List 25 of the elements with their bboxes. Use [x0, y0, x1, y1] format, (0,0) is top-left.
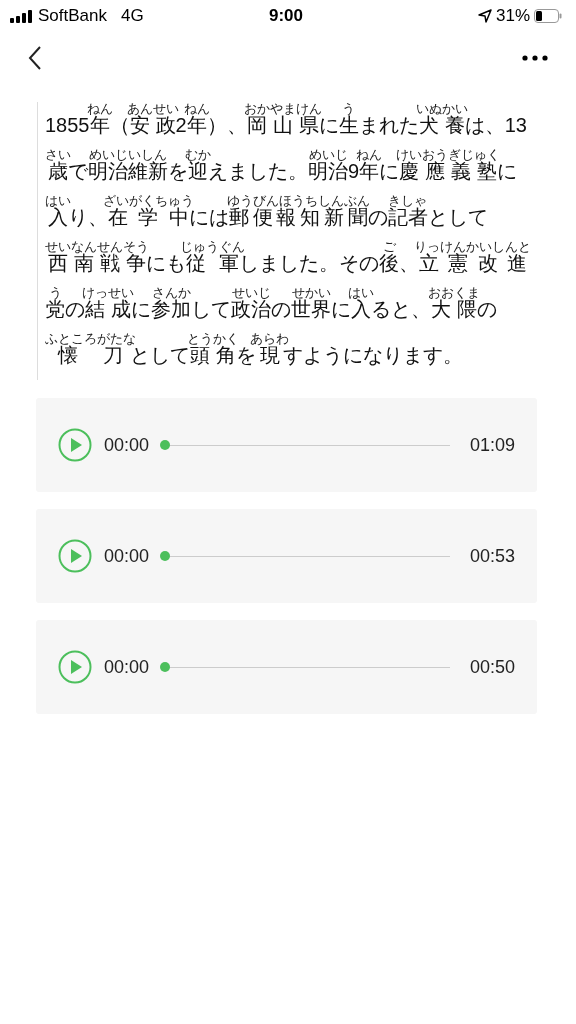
play-button[interactable]	[58, 428, 92, 462]
play-button[interactable]	[58, 539, 92, 573]
duration-time: 00:53	[469, 545, 515, 567]
progress-handle[interactable]	[160, 440, 171, 450]
article-paragraph: 1855年 ねん （安政 あんせい 2年 ねん ）、岡山県 おかやまけん に生 う まれた犬養 いぬかい は、13 歳 さい で明治維新 めいじいしん を迎 むか えました。明治 めいじ 9年 ねん に慶應義塾 けいおうぎじゅく に 入 はい り、在学中 ざいがくちゅう には郵便報知新聞 ゆうびんほうちしんぶん の記者 きしゃ として 西南戦争 せいなんせんそう にも従軍 じゅうぐん しました。その後 ご 、立憲改進党 りっけんかいしんとう の結成 けっせい に参加 さんか して政治 せいじ の世界 せかい に入 はい ると、大隈 おおくま の 懐刀 ふところがたな として頭角 とうかく を 現 あらわ すようになります。	[45, 102, 533, 368]
current-time: 00:00	[104, 545, 150, 567]
clock-time: 9:00	[269, 6, 303, 26]
play-icon	[58, 428, 92, 462]
duration-time: 01:09	[469, 434, 515, 456]
battery-icon	[534, 9, 562, 23]
location-icon	[477, 9, 492, 23]
carrier-name: SoftBank	[38, 6, 107, 26]
progress-handle[interactable]	[160, 662, 171, 672]
progress-handle[interactable]	[160, 551, 171, 561]
current-time: 00:00	[104, 434, 150, 456]
network-type: 4G	[121, 6, 144, 26]
play-icon	[58, 650, 92, 684]
back-icon	[28, 45, 42, 71]
duration-time: 00:50	[469, 656, 515, 678]
play-button[interactable]	[58, 650, 92, 684]
battery-percentage: 31%	[495, 6, 530, 26]
play-icon	[58, 539, 92, 573]
current-time: 00:00	[104, 656, 150, 678]
signal-icon	[10, 9, 32, 23]
more-icon	[522, 55, 548, 61]
